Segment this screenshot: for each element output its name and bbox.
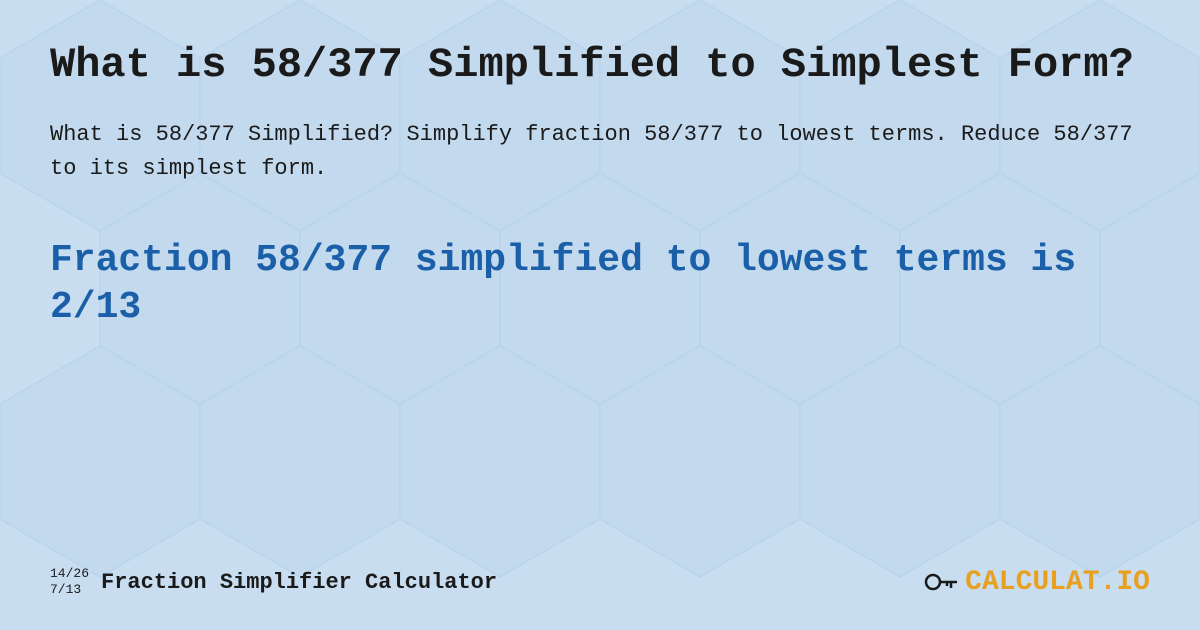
result-text: Fraction 58/377 simplified to lowest ter… xyxy=(50,237,1150,332)
footer-fractions: 14/26 7/13 xyxy=(50,566,89,597)
footer: 14/26 7/13 Fraction Simplifier Calculato… xyxy=(50,564,1150,600)
logo-icon xyxy=(923,564,959,600)
description-text: What is 58/377 Simplified? Simplify frac… xyxy=(50,118,1150,186)
logo-main: CALCULAT xyxy=(965,567,1099,598)
site-label: Fraction Simplifier Calculator xyxy=(101,570,497,595)
result-section: Fraction 58/377 simplified to lowest ter… xyxy=(50,237,1150,332)
footer-logo: CALCULAT.IO xyxy=(923,564,1150,600)
fraction-top: 14/26 xyxy=(50,566,89,582)
logo-accent: .IO xyxy=(1100,567,1150,598)
logo-text: CALCULAT.IO xyxy=(965,567,1150,598)
main-title: What is 58/377 Simplified to Simplest Fo… xyxy=(50,40,1150,90)
fraction-bottom: 7/13 xyxy=(50,582,89,598)
